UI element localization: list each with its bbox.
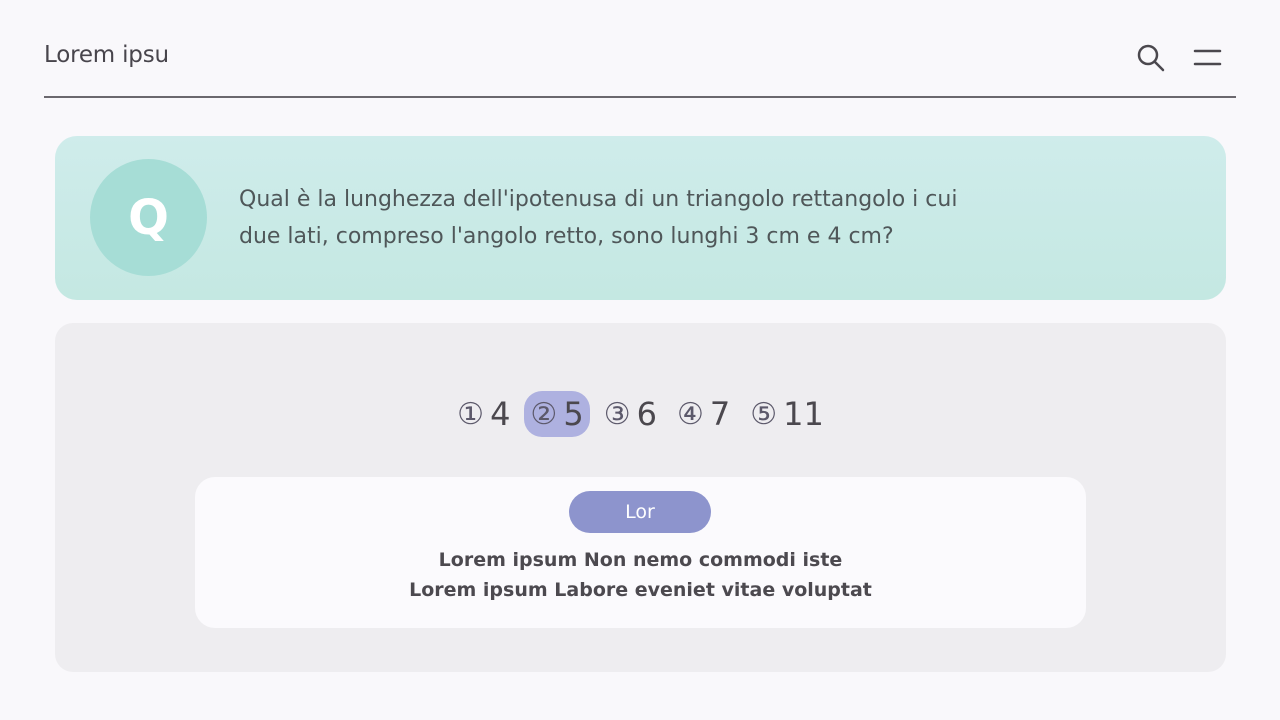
menu-icon: [1193, 49, 1222, 66]
app-header: Lorem ipsu: [44, 0, 1236, 98]
choice-1[interactable]: ① 4: [451, 391, 516, 437]
choice-marker-4: ④: [676, 396, 704, 432]
answer-choices: ① 4 ② 5 ③ 6 ④ 7 ⑤ 11: [55, 389, 1226, 439]
result-button[interactable]: Lor: [569, 491, 711, 533]
choice-value-3: 6: [636, 395, 657, 433]
answer-panel: ① 4 ② 5 ③ 6 ④ 7 ⑤ 11 Lor Lorem ipsum Non…: [55, 323, 1226, 672]
choice-marker-2: ②: [530, 396, 558, 432]
choice-marker-3: ③: [603, 396, 631, 432]
question-text: Qual è la lunghezza dell'ipotenusa di un…: [239, 187, 958, 249]
search-icon: [1137, 44, 1165, 72]
choice-4[interactable]: ④ 7: [671, 391, 736, 437]
choice-value-4: 7: [709, 395, 731, 433]
result-text-line-1: Lorem ipsum Non nemo commodi iste: [438, 549, 843, 571]
question-avatar: Q: [90, 159, 207, 276]
result-text-line-2: Lorem ipsum Labore eveniet vitae volupta…: [409, 579, 872, 601]
menu-button[interactable]: [1192, 43, 1222, 73]
choice-marker-1: ①: [457, 396, 485, 432]
choice-value-5: 11: [783, 395, 824, 433]
result-card: Lor Lorem ipsum Non nemo commodi iste Lo…: [195, 477, 1086, 628]
choice-value-2: 5: [563, 395, 584, 433]
choice-2[interactable]: ② 5: [524, 391, 590, 437]
app-title: Lorem ipsu: [44, 42, 169, 68]
choice-5[interactable]: ⑤ 11: [744, 391, 830, 437]
choice-3[interactable]: ③ 6: [598, 391, 663, 437]
choice-value-1: 4: [490, 395, 511, 433]
choice-marker-5: ⑤: [750, 396, 778, 432]
question-card: Q Qual è la lunghezza dell'ipotenusa di …: [55, 136, 1226, 300]
search-button[interactable]: [1136, 43, 1166, 73]
